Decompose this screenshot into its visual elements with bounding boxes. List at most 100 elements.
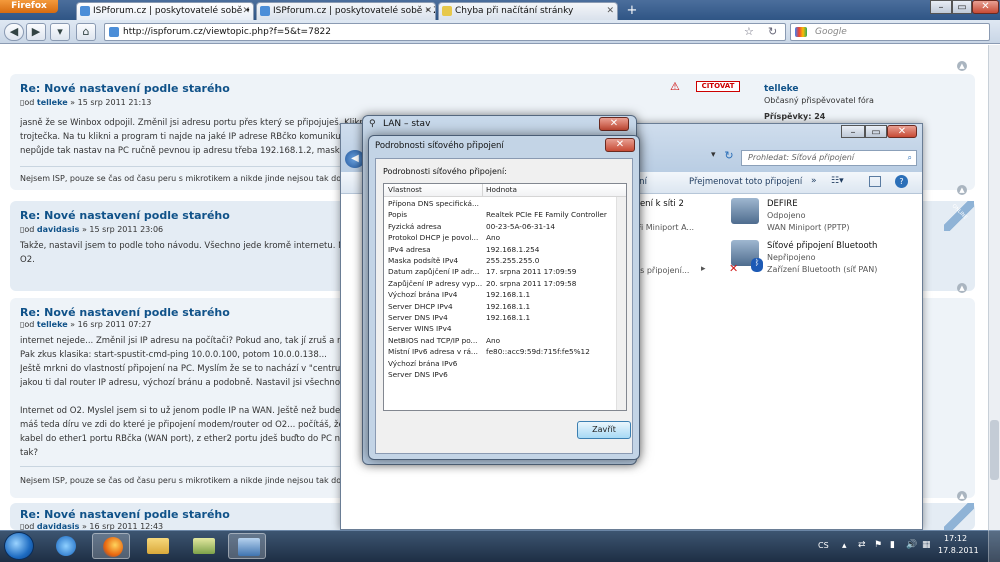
post-author[interactable]: davidasis bbox=[37, 225, 79, 234]
details-row[interactable]: Zapůjčení IP adresy vyp... 20. srpna 2011… bbox=[384, 278, 628, 289]
tab-2[interactable]: ISPforum.cz | poskytovatelé sobě • Zo...… bbox=[256, 2, 436, 20]
top-icon[interactable]: ▲ bbox=[957, 185, 967, 195]
window-title: LAN – stav bbox=[383, 119, 431, 129]
show-desktop-button[interactable] bbox=[988, 530, 1000, 562]
details-row[interactable]: Výchozí brána IPv4 192.168.1.1 bbox=[384, 289, 628, 300]
scroll-right-icon[interactable]: ▸ bbox=[701, 264, 706, 274]
value-cell: 00-23-5A-06-31-14 bbox=[486, 221, 556, 231]
top-icon[interactable]: ▲ bbox=[957, 283, 967, 293]
close-window-button[interactable]: ✕ bbox=[599, 117, 629, 131]
details-row[interactable]: Datum zapůjčení IP adr... 17. srpna 2011 … bbox=[384, 266, 628, 277]
tab-close-icon[interactable]: ✕ bbox=[242, 3, 250, 19]
page-scrollbar[interactable] bbox=[988, 45, 1000, 530]
quote-button[interactable]: CITOVAT bbox=[696, 81, 740, 92]
network-taskbar-icon[interactable] bbox=[228, 533, 266, 559]
volume-icon[interactable]: 🔊 bbox=[906, 540, 917, 550]
forward-icon[interactable]: ▶ bbox=[26, 23, 46, 41]
column-divider[interactable] bbox=[482, 184, 483, 197]
property-cell: Výchozí brána IPv4 bbox=[388, 290, 458, 300]
scrollbar-thumb[interactable] bbox=[990, 420, 999, 480]
details-row[interactable]: Protokol DHCP je povol... Ano bbox=[384, 232, 628, 243]
details-row[interactable]: Server DNS IPv6 bbox=[384, 369, 628, 380]
connection-device: WAN Miniport (PPTP) bbox=[767, 223, 850, 232]
more-icon[interactable]: » bbox=[811, 176, 817, 186]
url-bar[interactable]: http://ispforum.cz/viewtopic.php?f=5&t=7… bbox=[104, 23, 786, 41]
column-header-property[interactable]: Vlastnost bbox=[388, 184, 422, 196]
home-icon[interactable]: ⌂ bbox=[76, 23, 96, 41]
history-icon[interactable]: ▾ bbox=[50, 23, 70, 41]
help-icon[interactable]: ? bbox=[895, 175, 908, 188]
post-title[interactable]: Re: Nové nastavení podle starého bbox=[20, 508, 230, 521]
search-icon[interactable]: ⌕ bbox=[908, 151, 912, 165]
post-title[interactable]: Re: Nové nastavení podle starého bbox=[20, 82, 230, 95]
details-list[interactable]: Vlastnost Hodnota Přípona DNS specifická… bbox=[383, 183, 627, 411]
details-row[interactable]: Výchozí brána IPv6 bbox=[384, 358, 628, 369]
report-icon[interactable]: ⚠ bbox=[670, 80, 680, 93]
explorer-taskbar-icon[interactable] bbox=[138, 533, 176, 559]
firefox-menu-button[interactable]: Firefox bbox=[0, 0, 58, 13]
power-icon[interactable]: ▮ bbox=[890, 540, 895, 550]
network-tray-icon[interactable]: ▦ bbox=[922, 540, 931, 550]
minimize-button[interactable]: – bbox=[841, 125, 865, 138]
details-row[interactable]: Server WINS IPv4 bbox=[384, 323, 628, 334]
column-header-value[interactable]: Hodnota bbox=[486, 184, 517, 196]
preview-pane-icon[interactable] bbox=[869, 176, 881, 187]
refresh-icon[interactable]: ↻ bbox=[721, 149, 737, 165]
post-author[interactable]: telleke bbox=[37, 98, 68, 107]
rename-connection-button[interactable]: Přejmenovat toto připojení bbox=[689, 177, 802, 187]
connection-name[interactable]: Síťové připojení Bluetooth bbox=[767, 241, 877, 251]
details-row[interactable]: Maska podsítě IPv4 255.255.255.0 bbox=[384, 255, 628, 266]
explorer-search-input[interactable]: Prohledat: Síťová připojení ⌕ bbox=[741, 150, 917, 166]
post-date: » 15 srp 2011 23:06 bbox=[81, 225, 164, 234]
property-cell: Datum zapůjčení IP adr... bbox=[388, 267, 480, 277]
clock-date[interactable]: 17.8.2011 bbox=[938, 546, 979, 555]
reload-icon[interactable]: ↻ bbox=[768, 25, 777, 38]
dropdown-icon[interactable]: ▾ bbox=[711, 150, 716, 160]
close-dialog-button[interactable]: ✕ bbox=[605, 138, 635, 152]
new-tab-button[interactable]: + bbox=[622, 3, 642, 19]
clock-time[interactable]: 17:12 bbox=[944, 534, 967, 543]
details-row[interactable]: Fyzická adresa 00-23-5A-06-31-14 bbox=[384, 221, 628, 232]
post-author[interactable]: telleke bbox=[37, 320, 68, 329]
post-title[interactable]: Re: Nové nastavení podle starého bbox=[20, 209, 230, 222]
post-title[interactable]: Re: Nové nastavení podle starého bbox=[20, 306, 230, 319]
app-taskbar-icon[interactable] bbox=[184, 533, 222, 559]
close-window-button[interactable]: ✕ bbox=[887, 125, 917, 138]
connection-name[interactable]: DEFIRE bbox=[767, 199, 798, 209]
details-row[interactable]: Server DHCP IPv4 192.168.1.1 bbox=[384, 301, 628, 312]
tab-close-icon[interactable]: ✕ bbox=[424, 3, 432, 19]
flag-icon[interactable]: ⚑ bbox=[874, 540, 882, 550]
search-input[interactable]: Google bbox=[790, 23, 990, 41]
tab-3[interactable]: Chyba při načítání stránky ✕ bbox=[438, 2, 618, 20]
start-button[interactable] bbox=[4, 532, 34, 560]
details-row[interactable]: NetBIOS nad TCP/IP po... Ano bbox=[384, 335, 628, 346]
details-row[interactable]: IPv4 adresa 192.168.1.254 bbox=[384, 244, 628, 255]
top-icon[interactable]: ▲ bbox=[957, 491, 967, 501]
language-indicator[interactable]: CS bbox=[818, 541, 829, 550]
details-row[interactable]: Server DNS IPv4 192.168.1.1 bbox=[384, 312, 628, 323]
warning-icon bbox=[442, 6, 452, 16]
details-row[interactable]: Místní IPv6 adresa v rá... fe80::acc9:59d… bbox=[384, 346, 628, 357]
close-button[interactable]: Zavřít bbox=[577, 421, 631, 439]
list-scrollbar[interactable] bbox=[616, 197, 626, 410]
property-cell: Server DNS IPv4 bbox=[388, 313, 448, 322]
top-icon[interactable]: ▲ bbox=[957, 61, 967, 71]
tab-close-icon[interactable]: ✕ bbox=[606, 3, 614, 19]
ie-icon[interactable] bbox=[46, 533, 84, 559]
maximize-button[interactable]: ▭ bbox=[952, 0, 972, 14]
property-cell: Výchozí brána IPv6 bbox=[388, 358, 458, 368]
details-row[interactable]: Popis Realtek PCIe FE Family Controller bbox=[384, 209, 628, 220]
view-icon[interactable]: ☷▾ bbox=[831, 176, 844, 186]
sync-icon[interactable]: ⇄ bbox=[858, 540, 866, 550]
post-icon: ▯ bbox=[20, 320, 25, 329]
firefox-taskbar-icon[interactable] bbox=[92, 533, 130, 559]
bookmark-star-icon[interactable]: ☆ bbox=[744, 25, 754, 38]
profile-username[interactable]: telleke bbox=[764, 84, 799, 94]
back-icon[interactable]: ◀ bbox=[4, 23, 24, 41]
show-hidden-icons-icon[interactable]: ▴ bbox=[842, 541, 847, 551]
minimize-button[interactable]: – bbox=[930, 0, 952, 14]
maximize-button[interactable]: ▭ bbox=[865, 125, 887, 138]
close-window-button[interactable]: ✕ bbox=[972, 0, 999, 14]
details-row[interactable]: Přípona DNS specifická... bbox=[384, 198, 628, 209]
tab-1[interactable]: ISPforum.cz | poskytovatelé sobě • Zo...… bbox=[76, 2, 254, 20]
